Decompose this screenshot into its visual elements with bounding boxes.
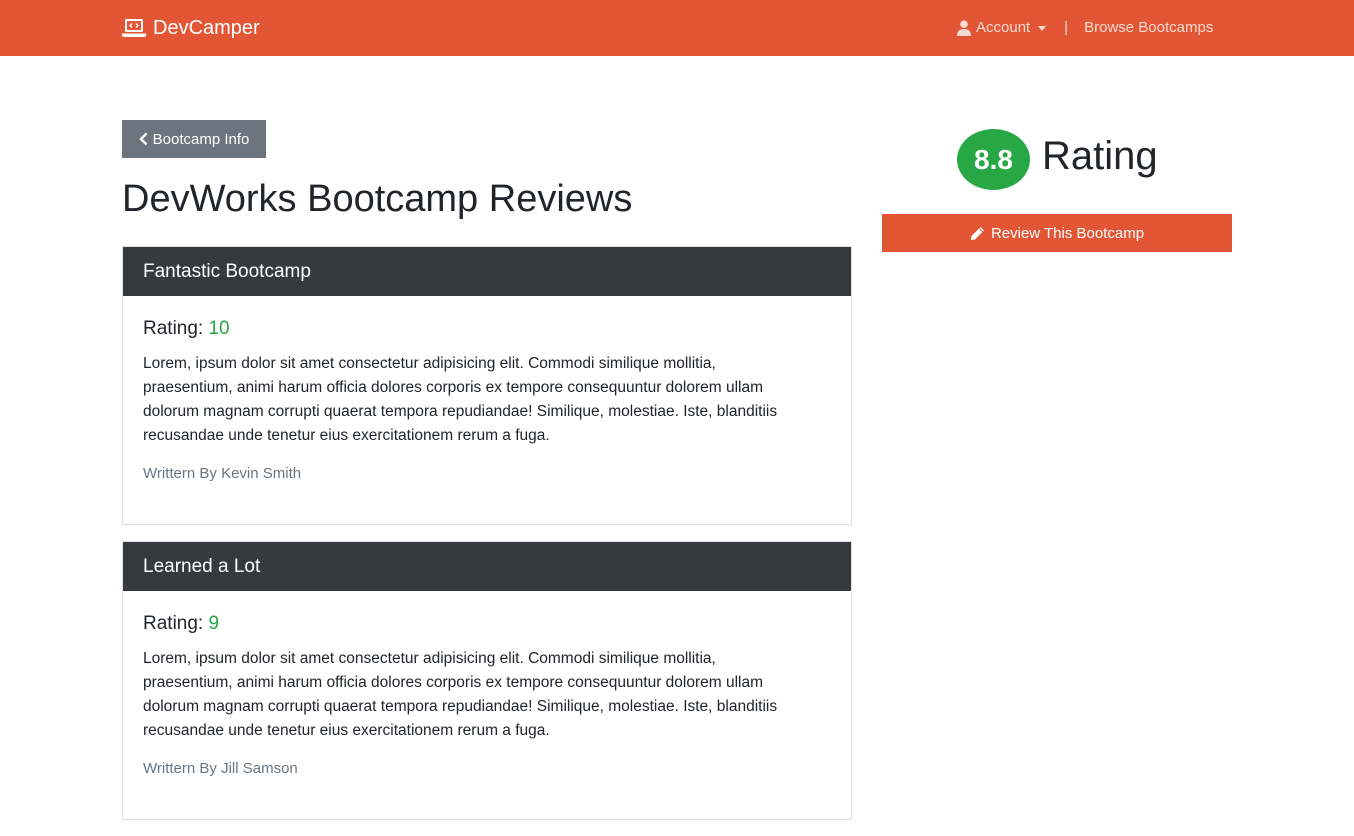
review-card: Learned a Lot Rating: 9 Lorem, ipsum dol… [122, 541, 852, 820]
user-icon [957, 20, 971, 36]
rating-heading: Rating [1042, 134, 1158, 178]
review-this-bootcamp-button[interactable]: Review This Bootcamp [882, 214, 1232, 252]
page-title: DevWorks Bootcamp Reviews [122, 178, 633, 220]
account-dropdown[interactable]: Account [957, 18, 1047, 38]
review-author: Writtern By Kevin Smith [143, 465, 302, 482]
review-text: Lorem, ipsum dolor sit amet consectetur … [143, 650, 778, 739]
nav-right: Account | Browse Bootcamps [957, 18, 1213, 38]
brand-name: DevCamper [153, 17, 260, 39]
chevron-left-icon [138, 132, 148, 146]
rating-value: 10 [208, 318, 230, 339]
browse-bootcamps-link[interactable]: Browse Bootcamps [1084, 18, 1213, 38]
bootcamp-info-button[interactable]: Bootcamp Info [122, 120, 266, 158]
account-label: Account [976, 19, 1031, 36]
review-text: Lorem, ipsum dolor sit amet consectetur … [143, 355, 778, 444]
caret-down-icon [1038, 25, 1047, 31]
review-rating: Rating: 10 [143, 316, 831, 342]
brand-link[interactable]: DevCamper [122, 14, 260, 42]
rating-value: 9 [208, 613, 220, 634]
review-card: Fantastic Bootcamp Rating: 10 Lorem, ips… [122, 246, 852, 525]
review-body: Rating: 10 Lorem, ipsum dolor sit amet c… [123, 296, 851, 485]
rating-label: Rating: [143, 318, 204, 339]
rating-label: Rating: [143, 613, 204, 634]
average-rating-badge: 8.8 [957, 129, 1030, 190]
review-body: Rating: 9 Lorem, ipsum dolor sit amet co… [123, 591, 851, 780]
review-button-label: Review This Bootcamp [990, 224, 1145, 242]
laptop-code-icon [122, 18, 146, 38]
review-title: Fantastic Bootcamp [123, 247, 851, 296]
pencil-icon [970, 226, 985, 241]
review-title: Learned a Lot [123, 542, 851, 591]
navbar: DevCamper Account | Browse Bootcamps [0, 0, 1354, 56]
bootcamp-info-label: Bootcamp Info [152, 130, 250, 148]
review-rating: Rating: 9 [143, 611, 831, 637]
review-author: Writtern By Jill Samson [143, 760, 298, 777]
nav-separator: | [1064, 19, 1069, 36]
